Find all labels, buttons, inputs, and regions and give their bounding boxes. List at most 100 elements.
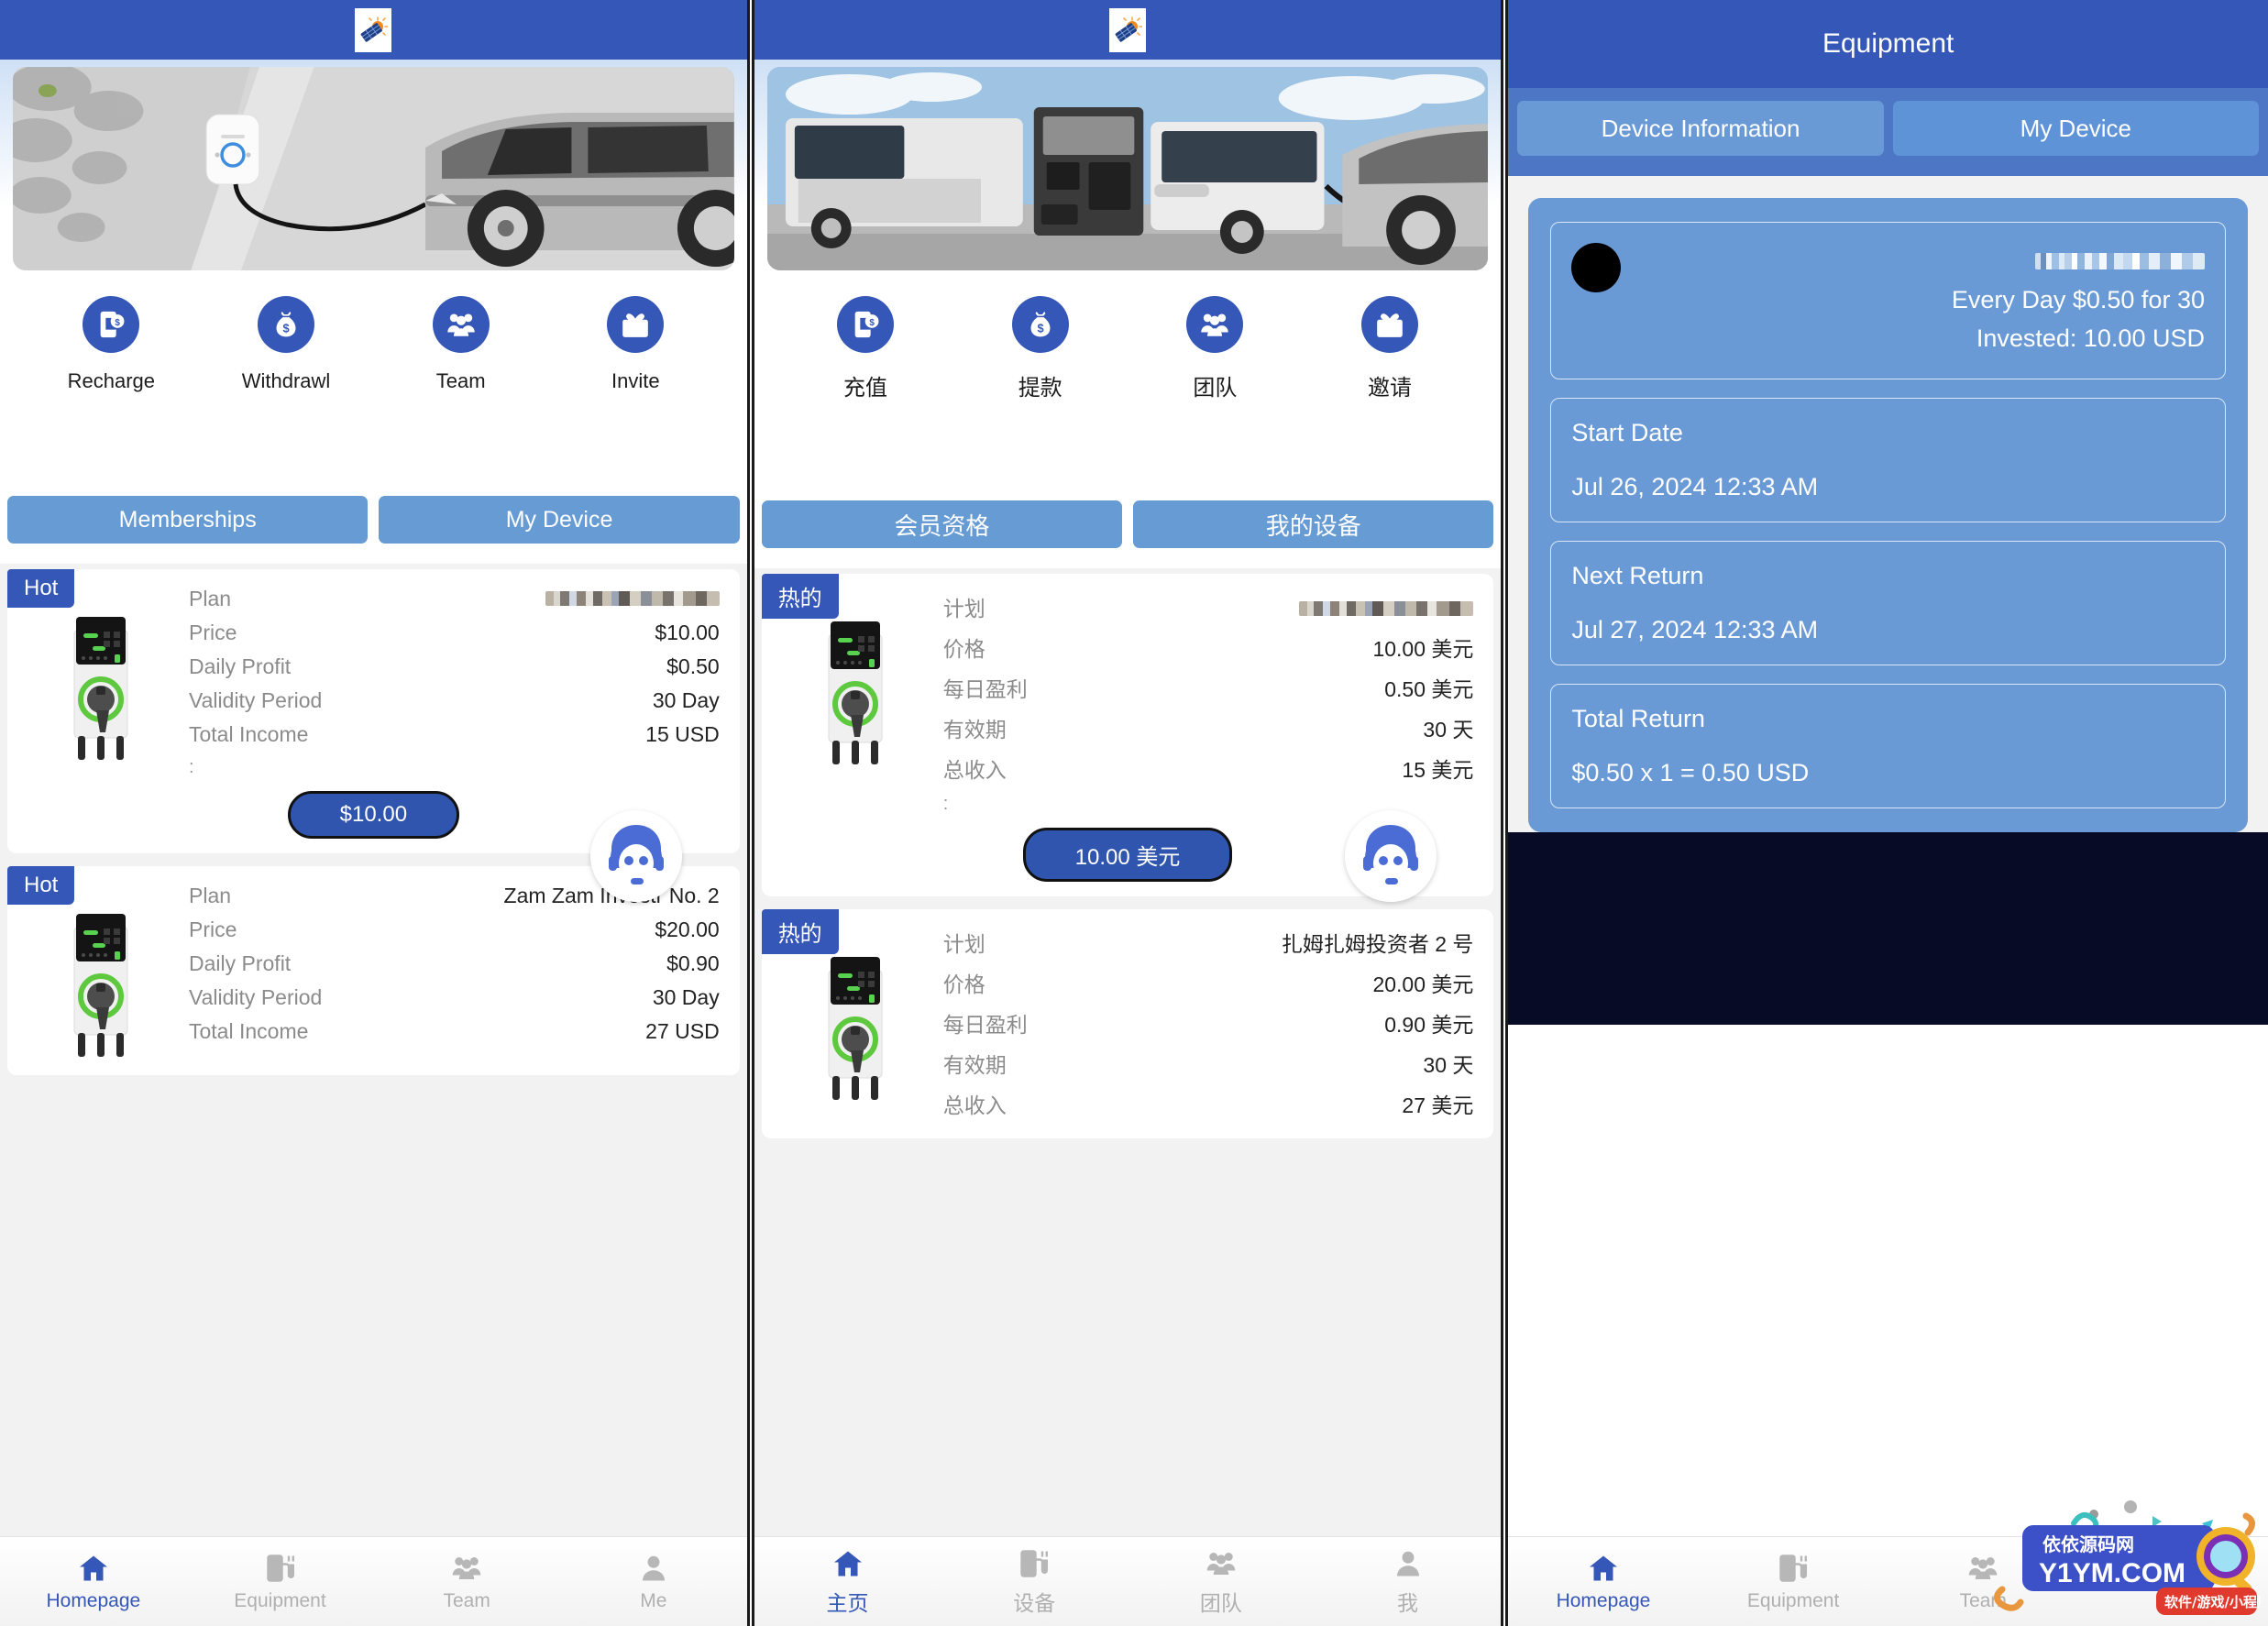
row-value: 0.90 美元 [1384,1013,1474,1037]
row-label: 计划 [942,932,985,956]
equipment-tabs: Device Information My Device [1508,88,2268,176]
field-label: Start Date [1571,418,1683,446]
product-row: 有效期 30 天 [943,708,1474,748]
field-value: $0.50 x 1 = 0.50 USD [1571,758,1810,786]
product-list-en: Hot Plan Price $10.00 Daily Profit $0.50… [0,564,747,1626]
ev-wallbox-car-illustration [13,67,734,270]
action-recharge[interactable]: $ Recharge [51,296,171,393]
product-row: Total Income 27 USD [189,1015,720,1049]
action-withdrawl[interactable]: $ Withdrawl [226,296,346,393]
support-agent-icon [1344,810,1437,902]
row-label: Plan [189,587,232,610]
buy-button[interactable]: $10.00 [287,791,460,839]
bnav-equipment[interactable]: Equipment [1699,1537,1888,1626]
hero-banner-wrap-zh [754,60,1502,270]
product-row: 每日盈利 0.50 美元 [943,667,1474,708]
action-label: 邀请 [1368,376,1413,401]
product-row: Validity Period 30 Day [189,684,720,718]
row-value: $10.00 [655,621,720,644]
bnav-label: Homepage [1556,1589,1651,1611]
mobile-dollar-icon: $ [83,296,140,353]
action-label: Team [435,369,486,392]
product-card[interactable]: 热的 [761,909,1494,1138]
bnav-team[interactable]: 团队 [1128,1537,1315,1626]
bnav-equipment[interactable]: Equipment [187,1537,374,1626]
bnav-label: 设备 [1013,1590,1056,1615]
product-row: 总收入 27 美元 [943,1083,1474,1124]
page-title: Equipment [1822,28,1954,59]
bnav-label: Me [640,1589,667,1611]
row-label: Validity Period [189,688,323,712]
bnav-equipment[interactable]: 设备 [941,1537,1128,1626]
row-label: 计划 [942,597,985,621]
product-image [28,879,174,1060]
row-value: 30 天 [1423,718,1474,742]
tab-my-device[interactable]: My Device [379,496,740,544]
field-label: Total Return [1571,704,1705,732]
panel-divider [1501,0,1509,1626]
home-icon [79,1555,107,1580]
row-label: 总收入 [942,758,1007,782]
row-value: 0.50 美元 [1384,677,1474,701]
customer-support-avatar[interactable] [1344,810,1437,902]
action-withdrawl[interactable]: $ 提款 [981,296,1100,401]
total-return-box: Total Return $0.50 x 1 = 0.50 USD [1550,683,2226,808]
user-icon [642,1555,665,1580]
device-daily-text: Every Day $0.50 for 30 [1951,285,2205,313]
bnav-homepage[interactable]: 主页 [754,1537,941,1626]
row-value: 30 Day [652,985,720,1009]
action-team[interactable]: 团队 [1155,296,1274,401]
tab-my-device[interactable]: 我的设备 [1133,500,1494,548]
hot-badge: Hot [7,866,75,905]
bnav-homepage[interactable]: Homepage [1508,1537,1698,1626]
hero-banner-en[interactable] [13,67,734,270]
product-row: 价格 20.00 美元 [943,962,1474,1003]
bnav-label: Homepage [46,1589,141,1611]
product-image [782,587,929,815]
row-label: Price [189,621,237,644]
action-invite[interactable]: Invite [576,296,695,393]
home-icon [833,1551,862,1576]
ev-charger-unit-icon [828,621,883,764]
field-value: Jul 27, 2024 12:33 AM [1571,615,1819,643]
tab-memberships[interactable]: Memberships [7,496,369,544]
panel-equipment: Equipment Device Information My Device E… [1508,0,2268,1626]
buy-button[interactable]: 10.00 美元 [1022,828,1233,882]
people-group-icon [452,1556,481,1579]
people-group-icon [1206,1552,1236,1575]
product-row: Validity Period 30 Day [189,981,720,1015]
money-bag-icon: $ [1011,296,1069,353]
row-value: 20.00 美元 [1372,972,1474,996]
action-recharge[interactable]: $ 充值 [806,296,925,401]
action-label: 团队 [1193,376,1238,401]
row-label: Total Income [189,1019,309,1043]
row-label: Validity Period [189,985,323,1009]
bnav-homepage[interactable]: Homepage [0,1537,187,1626]
customer-support-avatar[interactable] [590,810,682,902]
people-group-icon [432,296,490,353]
money-bag-icon: $ [258,296,314,353]
action-invite[interactable]: 邀请 [1330,296,1449,401]
bnav-me[interactable]: Me [560,1537,747,1626]
bnav-me[interactable]: 我 [1315,1537,1502,1626]
bnav-team[interactable]: Team [373,1537,560,1626]
product-row: 有效期 30 天 [943,1043,1474,1083]
product-row: 价格 10.00 美元 [943,627,1474,667]
row-value: 30 天 [1423,1053,1474,1077]
tab-memberships[interactable]: 会员资格 [761,500,1123,548]
hero-banner-zh[interactable] [766,67,1489,270]
row-value: 10.00 美元 [1372,637,1474,661]
device-invested-text: Invested: 10.00 USD [1976,324,2205,352]
svg-text:$: $ [869,318,875,328]
row-value: $0.90 [666,951,720,975]
product-rows: 计划 扎姆扎姆投资者 2 号 价格 20.00 美元 每日盈利 0.90 美元 [929,922,1474,1124]
panel-homepage-zh: $ 充值 $ 提款 团队 邀请 会员资格 我的设备 热的 计划 价格 10.00… [754,0,1502,1626]
tab-device-information[interactable]: Device Information [1517,101,1884,156]
field-value: Jul 26, 2024 12:33 AM [1571,472,1819,500]
row-value: 30 Day [652,688,720,712]
next-return-box: Next Return Jul 27, 2024 12:33 AM [1550,540,2226,665]
row-label: 有效期 [942,718,1007,742]
action-team[interactable]: Team [402,296,521,393]
tab-my-device[interactable]: My Device [1892,101,2259,156]
device-thumbnail [1571,243,1622,292]
